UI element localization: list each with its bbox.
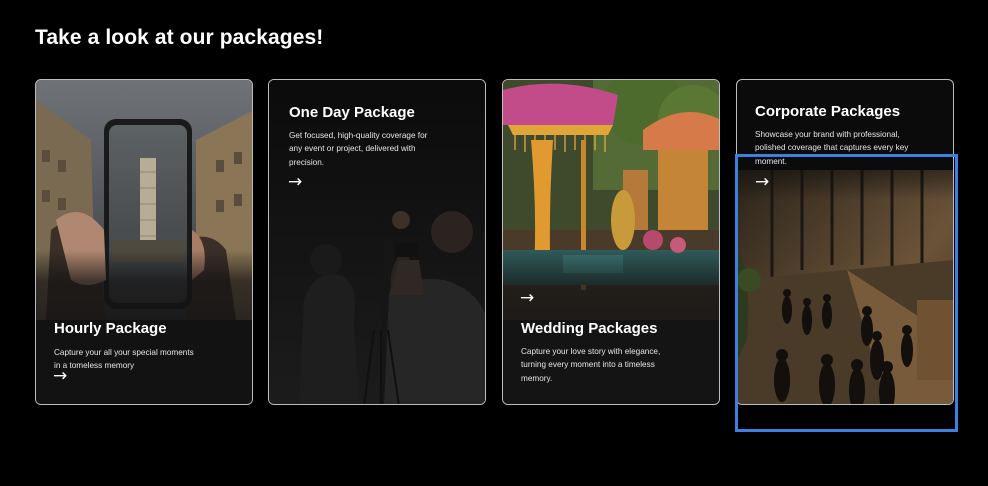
package-title: Corporate Packages: [755, 103, 901, 120]
arrow-right-icon[interactable]: →: [755, 174, 769, 191]
package-title: Wedding Packages: [521, 320, 658, 337]
package-title: One Day Package: [289, 104, 415, 121]
package-card-one-day[interactable]: One Day Package Get focused, high-qualit…: [268, 79, 486, 405]
packages-page: Take a look at our packages! → Hourly Pa…: [0, 0, 988, 486]
package-card-corporate[interactable]: Corporate Packages Showcase your brand w…: [736, 79, 954, 405]
package-title: Hourly Package: [54, 320, 167, 337]
package-card-wedding[interactable]: → Wedding Packages Capture your love sto…: [502, 79, 720, 405]
package-description: Showcase your brand with professional, p…: [755, 130, 909, 166]
package-card-hourly[interactable]: → Hourly Package Capture your all your s…: [35, 79, 253, 405]
section-heading: Take a look at our packages!: [35, 26, 324, 49]
package-description: Get focused, high-quality coverage for a…: [289, 131, 428, 167]
arrow-right-icon[interactable]: →: [288, 174, 302, 191]
package-description: Capture your all your special moments in…: [54, 348, 194, 371]
arrow-right-icon[interactable]: →: [520, 290, 534, 307]
package-description: Capture your love story with elegance, t…: [521, 347, 661, 383]
